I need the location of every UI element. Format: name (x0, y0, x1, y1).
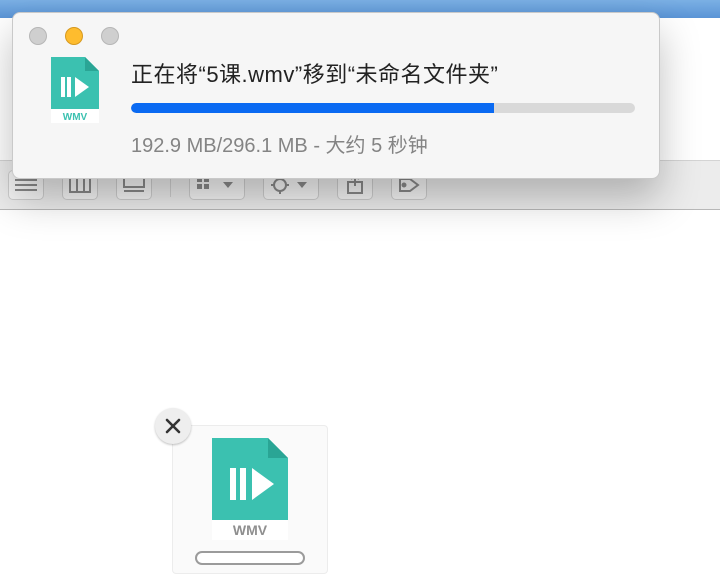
progress-status: 192.9 MB/296.1 MB - 大约 5 秒钟 (131, 129, 643, 158)
cancel-badge-icon[interactable] (155, 408, 191, 444)
source-file-icon: WMV (47, 55, 103, 158)
progress-bar (131, 103, 635, 113)
file-ext-label: WMV (233, 522, 268, 538)
zoom-traffic-light[interactable] (101, 27, 119, 45)
finder-content-area (0, 210, 720, 576)
file-thumbnail: WMV (172, 425, 328, 574)
window-traffic-lights (13, 13, 659, 53)
minimize-traffic-light[interactable] (65, 27, 83, 45)
copy-progress-window: WMV 正在将“5课.wmv”移到“未命名文件夹” 192.9 MB/296.1… (12, 12, 660, 179)
close-traffic-light[interactable] (29, 27, 47, 45)
mini-progress-indicator (195, 551, 305, 565)
file-ext-label: WMV (63, 112, 88, 123)
progress-title: 正在将“5课.wmv”移到“未命名文件夹” (131, 57, 643, 89)
progress-bar-fill (131, 103, 494, 113)
file-item[interactable]: WMV (170, 425, 330, 574)
